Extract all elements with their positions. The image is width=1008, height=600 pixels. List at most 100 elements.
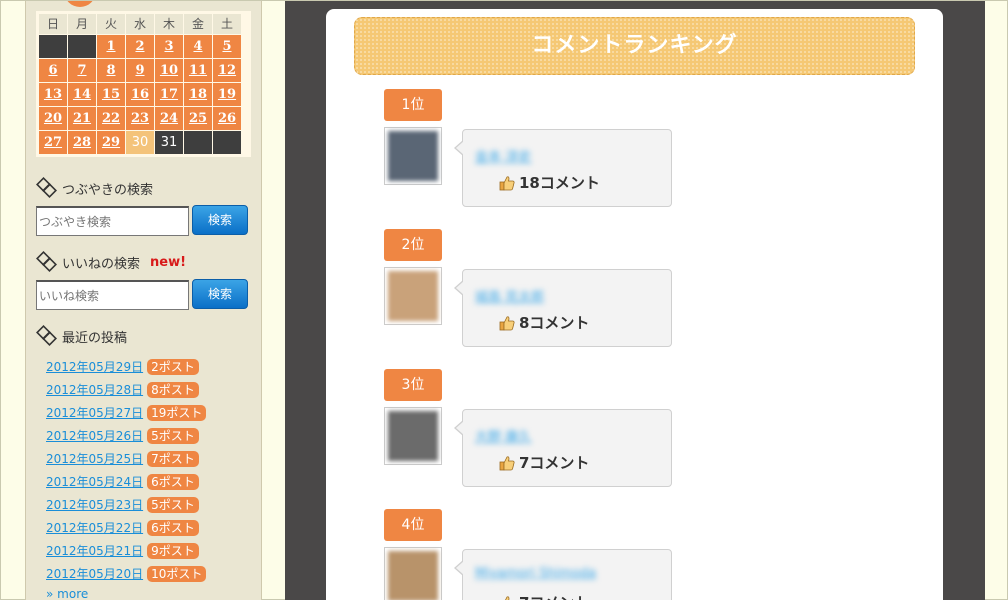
calendar-day[interactable]: 15: [97, 83, 125, 106]
recent-post-item: 2012年05月21日 9ポスト: [46, 539, 256, 562]
like-search-heading: いいねの検索 new!: [36, 251, 186, 273]
ranking-entry: 1位金本 淳史 18コメント: [384, 89, 684, 209]
calendar-day[interactable]: 28: [68, 131, 96, 154]
recent-post-date-link[interactable]: 2012年05月29日: [46, 358, 143, 375]
recent-post-count-badge: 5ポスト: [147, 427, 199, 444]
avatar-image: [388, 271, 438, 321]
calendar-day[interactable]: 12: [213, 59, 241, 82]
thumbs-up-icon: [504, 595, 510, 600]
calendar-day[interactable]: 10: [155, 59, 183, 82]
recent-post-item: 2012年05月26日 5ポスト: [46, 424, 256, 447]
calendar-day[interactable]: 16: [126, 83, 154, 106]
calendar-grid: 日月火水木金土 1 2 3 4 5 6 7 8 9 10 11 12 13 14 15 16 17 18 19 20 21…: [39, 14, 248, 154]
recent-post-count-badge: 8ポスト: [147, 381, 199, 398]
comment-count: 7コメント: [499, 452, 589, 473]
calendar-day[interactable]: 8: [97, 59, 125, 82]
rank-badge: 1位: [384, 89, 442, 121]
recent-post-count-badge: 7ポスト: [147, 450, 199, 467]
recent-post-date-link[interactable]: 2012年05月25日: [46, 450, 143, 467]
recent-post-item: 2012年05月29日 2ポスト: [46, 355, 256, 378]
comment-count-text: 7コメント: [519, 454, 590, 472]
calendar-day[interactable]: 13: [39, 83, 67, 106]
comment-count-text: 8コメント: [519, 314, 590, 332]
comment-count-text: 18コメント: [519, 174, 600, 192]
recent-post-date-link[interactable]: 2012年05月23日: [46, 496, 143, 513]
user-name-link[interactable]: Miyamori Shimoda: [475, 566, 596, 581]
calendar-top-badge: [64, 1, 96, 7]
new-badge: new!: [150, 254, 187, 270]
calendar-day[interactable]: 24: [155, 107, 183, 130]
ranking-bubble: 大野 康久 7コメント: [454, 409, 672, 487]
calendar-weekday: 日: [39, 14, 67, 34]
like-search-input[interactable]: [36, 280, 189, 310]
calendar-empty-cell: [184, 131, 212, 154]
calendar-day[interactable]: 7: [68, 59, 96, 82]
ranking-entry: 3位大野 康久 7コメント: [384, 369, 684, 489]
rank-badge: 4位: [384, 509, 442, 541]
avatar[interactable]: [384, 547, 442, 600]
calendar-day[interactable]: 11: [184, 59, 212, 82]
thumbs-up-icon: [499, 175, 515, 190]
recent-post-date-link[interactable]: 2012年05月26日: [46, 427, 143, 444]
calendar-day[interactable]: 9: [126, 59, 154, 82]
avatar-image: [388, 411, 438, 461]
recent-posts-heading: 最近の投稿: [36, 325, 127, 347]
recent-post-date-link[interactable]: 2012年05月27日: [46, 404, 143, 421]
calendar-day: 30: [126, 131, 154, 154]
calendar-day[interactable]: 4: [184, 35, 212, 58]
calendar-day: 31: [155, 131, 183, 154]
calendar-empty-cell: [39, 35, 67, 58]
avatar[interactable]: [384, 127, 442, 185]
calendar-day[interactable]: 14: [68, 83, 96, 106]
recent-post-date-link[interactable]: 2012年05月20日: [46, 565, 143, 582]
calendar-day[interactable]: 17: [155, 83, 183, 106]
recent-post-date-link[interactable]: 2012年05月21日: [46, 542, 143, 559]
calendar-day[interactable]: 29: [97, 131, 125, 154]
ranking-title: コメントランキング: [354, 17, 915, 75]
calendar-weekday: 金: [184, 14, 212, 34]
tweet-search-title: つぶやきの検索: [62, 182, 154, 198]
ranking-entry: 2位城島 克太郎 8コメント: [384, 229, 684, 349]
calendar-day[interactable]: 5: [213, 35, 241, 58]
like-search-button[interactable]: 検索: [192, 279, 248, 309]
calendar-day[interactable]: 3: [155, 35, 183, 58]
diamond-icon: [36, 177, 57, 198]
tweet-search-button[interactable]: 検索: [192, 205, 248, 235]
calendar-day[interactable]: 1: [97, 35, 125, 58]
calendar-empty-cell: [68, 35, 96, 58]
calendar-day[interactable]: 21: [68, 107, 96, 130]
calendar-empty-cell: [213, 131, 241, 154]
thumbs-up-icon: [499, 455, 515, 470]
avatar[interactable]: [384, 267, 442, 325]
main-area: コメントランキング 1位 金本 淳史 18コメント 2位 城島 克太郎 8コメント 3位 大野…: [285, 1, 985, 600]
calendar-day[interactable]: 18: [184, 83, 212, 106]
calendar-day[interactable]: 19: [213, 83, 241, 106]
comment-count: 7コメント: [499, 592, 589, 600]
more-link[interactable]: » more: [46, 587, 88, 600]
recent-post-date-link[interactable]: 2012年05月22日: [46, 519, 143, 536]
avatar[interactable]: [384, 407, 442, 465]
recent-post-count-badge: 2ポスト: [147, 358, 199, 375]
recent-post-date-link[interactable]: 2012年05月28日: [46, 381, 143, 398]
user-name-link[interactable]: 大野 康久: [475, 426, 531, 445]
calendar-day[interactable]: 6: [39, 59, 67, 82]
calendar-day[interactable]: 27: [39, 131, 67, 154]
recent-post-item: 2012年05月25日 7ポスト: [46, 447, 256, 470]
calendar-day[interactable]: 20: [39, 107, 67, 130]
tweet-search-input[interactable]: [36, 206, 189, 236]
user-name-link[interactable]: 城島 克太郎: [475, 286, 544, 305]
calendar-day[interactable]: 2: [126, 35, 154, 58]
tweet-search-heading: つぶやきの検索: [36, 177, 153, 199]
user-name-link[interactable]: 金本 淳史: [475, 146, 531, 165]
ranking-entry: 4位 Miyamori Shimoda 7コメント: [384, 509, 684, 600]
sidebar: 日月火水木金土 1 2 3 4 5 6 7 8 9 10 11 12 13 14 15 16 17 18 19 20 21…: [25, 1, 262, 600]
rank-badge: 3位: [384, 369, 442, 401]
calendar-day[interactable]: 26: [213, 107, 241, 130]
recent-post-date-link[interactable]: 2012年05月24日: [46, 473, 143, 490]
calendar-day[interactable]: 23: [126, 107, 154, 130]
ranking-card: コメントランキング 1位 金本 淳史 18コメント 2位 城島 克太郎 8コメント 3位 大野…: [326, 9, 943, 600]
calendar-day[interactable]: 25: [184, 107, 212, 130]
calendar-day[interactable]: 22: [97, 107, 125, 130]
recent-post-count-badge: 9ポスト: [147, 542, 199, 559]
rank-badge: 2位: [384, 229, 442, 261]
